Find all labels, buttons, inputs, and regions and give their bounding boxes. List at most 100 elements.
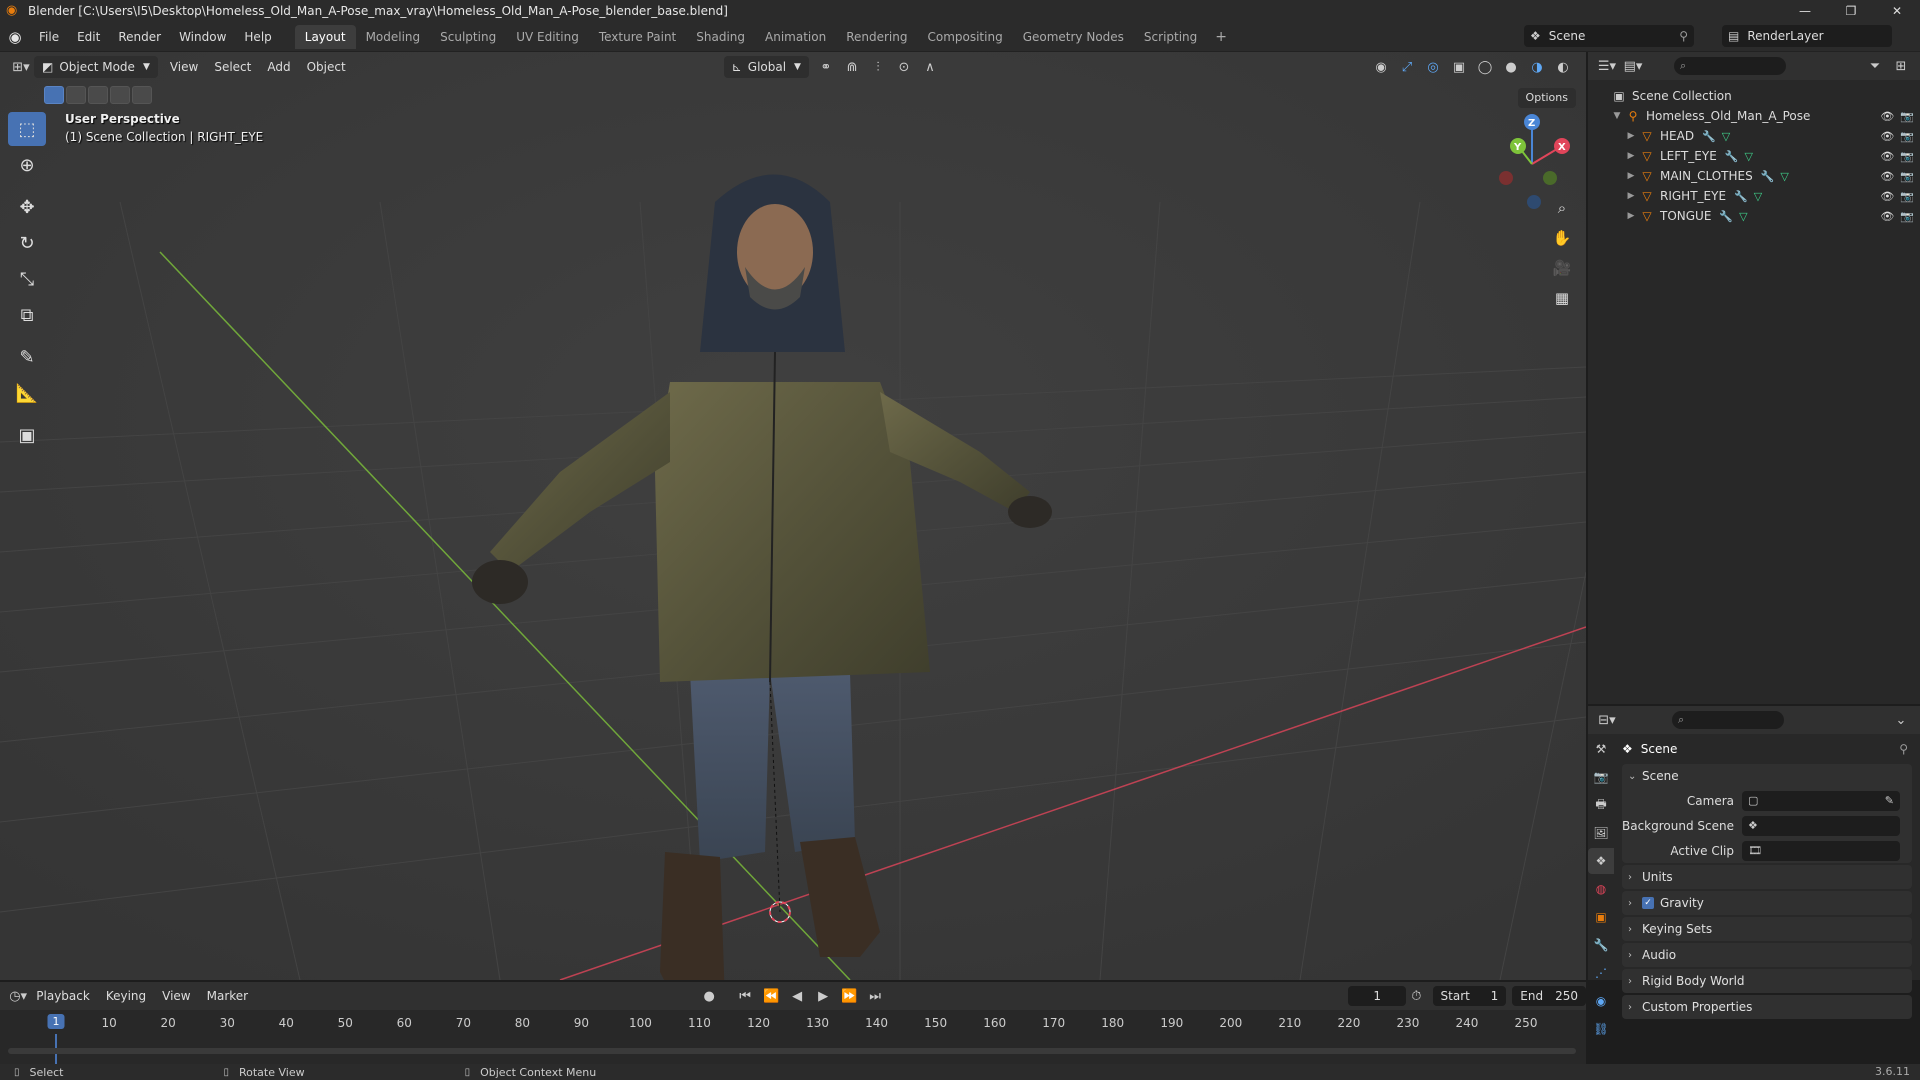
3d-viewport[interactable]: Z X Y ⊞▾ ◩ Object Mode ▼ View Select Add… (0, 52, 1586, 980)
properties-editor-type-icon[interactable]: ⊟▾ (1594, 709, 1620, 731)
viewport-menu-select[interactable]: Select (206, 56, 259, 78)
pivot-point-icon[interactable]: ⚭ (813, 56, 839, 78)
zoom-icon[interactable]: ⌕ (1548, 194, 1576, 222)
menu-help[interactable]: Help (235, 25, 280, 49)
tab-compositing[interactable]: Compositing (917, 25, 1012, 49)
view-layer-selector[interactable]: ▤ RenderLayer (1722, 25, 1892, 47)
xray-icon[interactable]: ▣ (1446, 56, 1472, 78)
timeline-menu-keying[interactable]: Keying (98, 985, 154, 1007)
jump-start-icon[interactable]: ⏮ (732, 985, 758, 1007)
chevron-down-icon[interactable]: ⌄ (1888, 709, 1914, 731)
scene-selector[interactable]: ❖ Scene ⚲ (1524, 25, 1694, 47)
ortho-grid-icon[interactable]: ▦ (1548, 284, 1576, 312)
pan-hand-icon[interactable]: ✋ (1548, 224, 1576, 252)
camera-icon[interactable]: 📷 (1900, 170, 1914, 183)
prev-keyframe-icon[interactable]: ⏪ (758, 985, 784, 1007)
mesh-data-icon[interactable]: ▽ (1780, 170, 1788, 183)
outliner-editor-type-icon[interactable]: ☰▾ (1594, 55, 1620, 77)
menu-window[interactable]: Window (170, 25, 235, 49)
add-workspace-button[interactable]: + (1207, 29, 1235, 45)
cursor-icon[interactable]: ⊕ (8, 148, 46, 182)
eyedropper-icon[interactable]: ✎ (1885, 794, 1894, 807)
select-intersect-icon[interactable] (132, 86, 152, 104)
outliner-row-scene-collection[interactable]: ▣ Scene Collection (1588, 86, 1920, 106)
view-layer-tab-icon[interactable]: 🖼 (1588, 820, 1614, 846)
mesh-data-icon[interactable]: ▽ (1754, 190, 1762, 203)
annotate-icon[interactable]: ✎ (8, 340, 46, 374)
filter-icon[interactable]: ⏷ (1862, 55, 1888, 77)
properties-search-input[interactable]: ⌕ (1672, 711, 1784, 729)
chevron-right-icon[interactable]: ▶ (1624, 191, 1638, 201)
particles-tab-icon[interactable]: ⋰ (1588, 960, 1614, 986)
modifier-icon[interactable]: 🔧 (1725, 150, 1739, 163)
editor-type-icon[interactable]: ⊞▾ (8, 56, 34, 78)
object-tab-icon[interactable]: ▣ (1588, 904, 1614, 930)
tab-sculpting[interactable]: Sculpting (430, 25, 506, 49)
menu-edit[interactable]: Edit (68, 25, 109, 49)
tab-uv-editing[interactable]: UV Editing (506, 25, 589, 49)
tab-layout[interactable]: Layout (294, 24, 356, 49)
scale-icon[interactable]: ⤡ (8, 262, 46, 296)
outliner-search-input[interactable]: ⌕ (1674, 57, 1786, 75)
camera-icon[interactable]: 📷 (1900, 150, 1914, 163)
modifier-icon[interactable]: 🔧 (1702, 130, 1716, 143)
rigid-body-world-panel[interactable]: › Rigid Body World (1622, 969, 1912, 993)
viewport-menu-object[interactable]: Object (299, 56, 354, 78)
audio-panel[interactable]: › Audio (1622, 943, 1912, 967)
physics-tab-icon[interactable]: ◉ (1588, 988, 1614, 1014)
gizmo-toggle-icon[interactable]: ⤢ (1394, 56, 1420, 78)
chevron-right-icon[interactable]: ▶ (1624, 131, 1638, 141)
tab-animation[interactable]: Animation (755, 25, 836, 49)
eye-icon[interactable]: 👁 (1880, 190, 1894, 203)
pin-icon[interactable]: ⚲ (1679, 29, 1688, 43)
falloff-icon[interactable]: ∧ (917, 56, 943, 78)
tab-shading[interactable]: Shading (686, 25, 755, 49)
solid-shading-icon[interactable]: ● (1498, 56, 1524, 78)
eye-icon[interactable]: 👁 (1880, 170, 1894, 183)
add-cube-icon[interactable]: ▣ (8, 418, 46, 452)
eye-icon[interactable]: 👁 (1880, 130, 1894, 143)
eye-icon[interactable]: 👁 (1880, 110, 1894, 123)
proportional-edit-icon[interactable]: ⊙ (891, 56, 917, 78)
start-frame-field[interactable]: Start 1 (1432, 986, 1507, 1006)
play-icon[interactable]: ▶ (810, 985, 836, 1007)
background-scene-field[interactable]: ❖ (1742, 815, 1900, 836)
active-clip-field[interactable]: 🎞 (1742, 840, 1900, 861)
world-tab-icon[interactable]: ◍ (1588, 876, 1614, 902)
transform-icon[interactable]: ⧉ (8, 298, 46, 332)
outliner-row-head[interactable]: ▶ ▽ HEAD 🔧 ▽ 👁 📷 (1588, 126, 1920, 146)
minimize-button[interactable]: — (1782, 0, 1828, 22)
eye-icon[interactable]: 👁 (1880, 150, 1894, 163)
mesh-data-icon[interactable]: ▽ (1739, 210, 1747, 223)
eye-icon[interactable]: 👁 (1880, 210, 1894, 223)
measure-icon[interactable]: 📐 (8, 376, 46, 410)
menu-render[interactable]: Render (109, 25, 170, 49)
rotate-icon[interactable]: ↻ (8, 226, 46, 260)
move-icon[interactable]: ✥ (8, 190, 46, 224)
tab-modeling[interactable]: Modeling (356, 25, 431, 49)
constraints-tab-icon[interactable]: ⛓ (1588, 1016, 1614, 1042)
camera-icon[interactable]: 📷 (1900, 190, 1914, 203)
chevron-right-icon[interactable]: ▶ (1624, 211, 1638, 221)
gravity-checkbox[interactable]: ✓ (1642, 897, 1654, 909)
jump-end-icon[interactable]: ⏭ (862, 985, 888, 1007)
render-tab-icon[interactable]: 📷 (1588, 764, 1614, 790)
camera-view-icon[interactable]: 🎥 (1548, 254, 1576, 282)
transform-orientation-dropdown[interactable]: ⊾ Global ▼ (723, 56, 809, 78)
maximize-button[interactable]: ❐ (1828, 0, 1874, 22)
visibility-icon[interactable]: ◉ (1368, 56, 1394, 78)
tool-tab-icon[interactable]: ⚒ (1588, 736, 1614, 762)
select-subtract-icon[interactable] (88, 86, 108, 104)
stopwatch-icon[interactable]: ⏱ (1406, 985, 1426, 1007)
timeline-menu-view[interactable]: View (154, 985, 198, 1007)
outliner-row-main-clothes[interactable]: ▶ ▽ MAIN_CLOTHES 🔧 ▽ 👁 📷 (1588, 166, 1920, 186)
play-reverse-icon[interactable]: ◀ (784, 985, 810, 1007)
select-box-icon[interactable]: ⬚ (8, 112, 46, 146)
menu-file[interactable]: File (30, 25, 68, 49)
snap-target-icon[interactable]: ⫶ (865, 56, 891, 78)
select-difference-icon[interactable] (110, 86, 130, 104)
modifier-icon[interactable]: 🔧 (1719, 210, 1733, 223)
scene-tab-icon[interactable]: ❖ (1588, 848, 1614, 874)
tab-rendering[interactable]: Rendering (836, 25, 917, 49)
current-frame-field[interactable]: 1 (1348, 986, 1407, 1006)
